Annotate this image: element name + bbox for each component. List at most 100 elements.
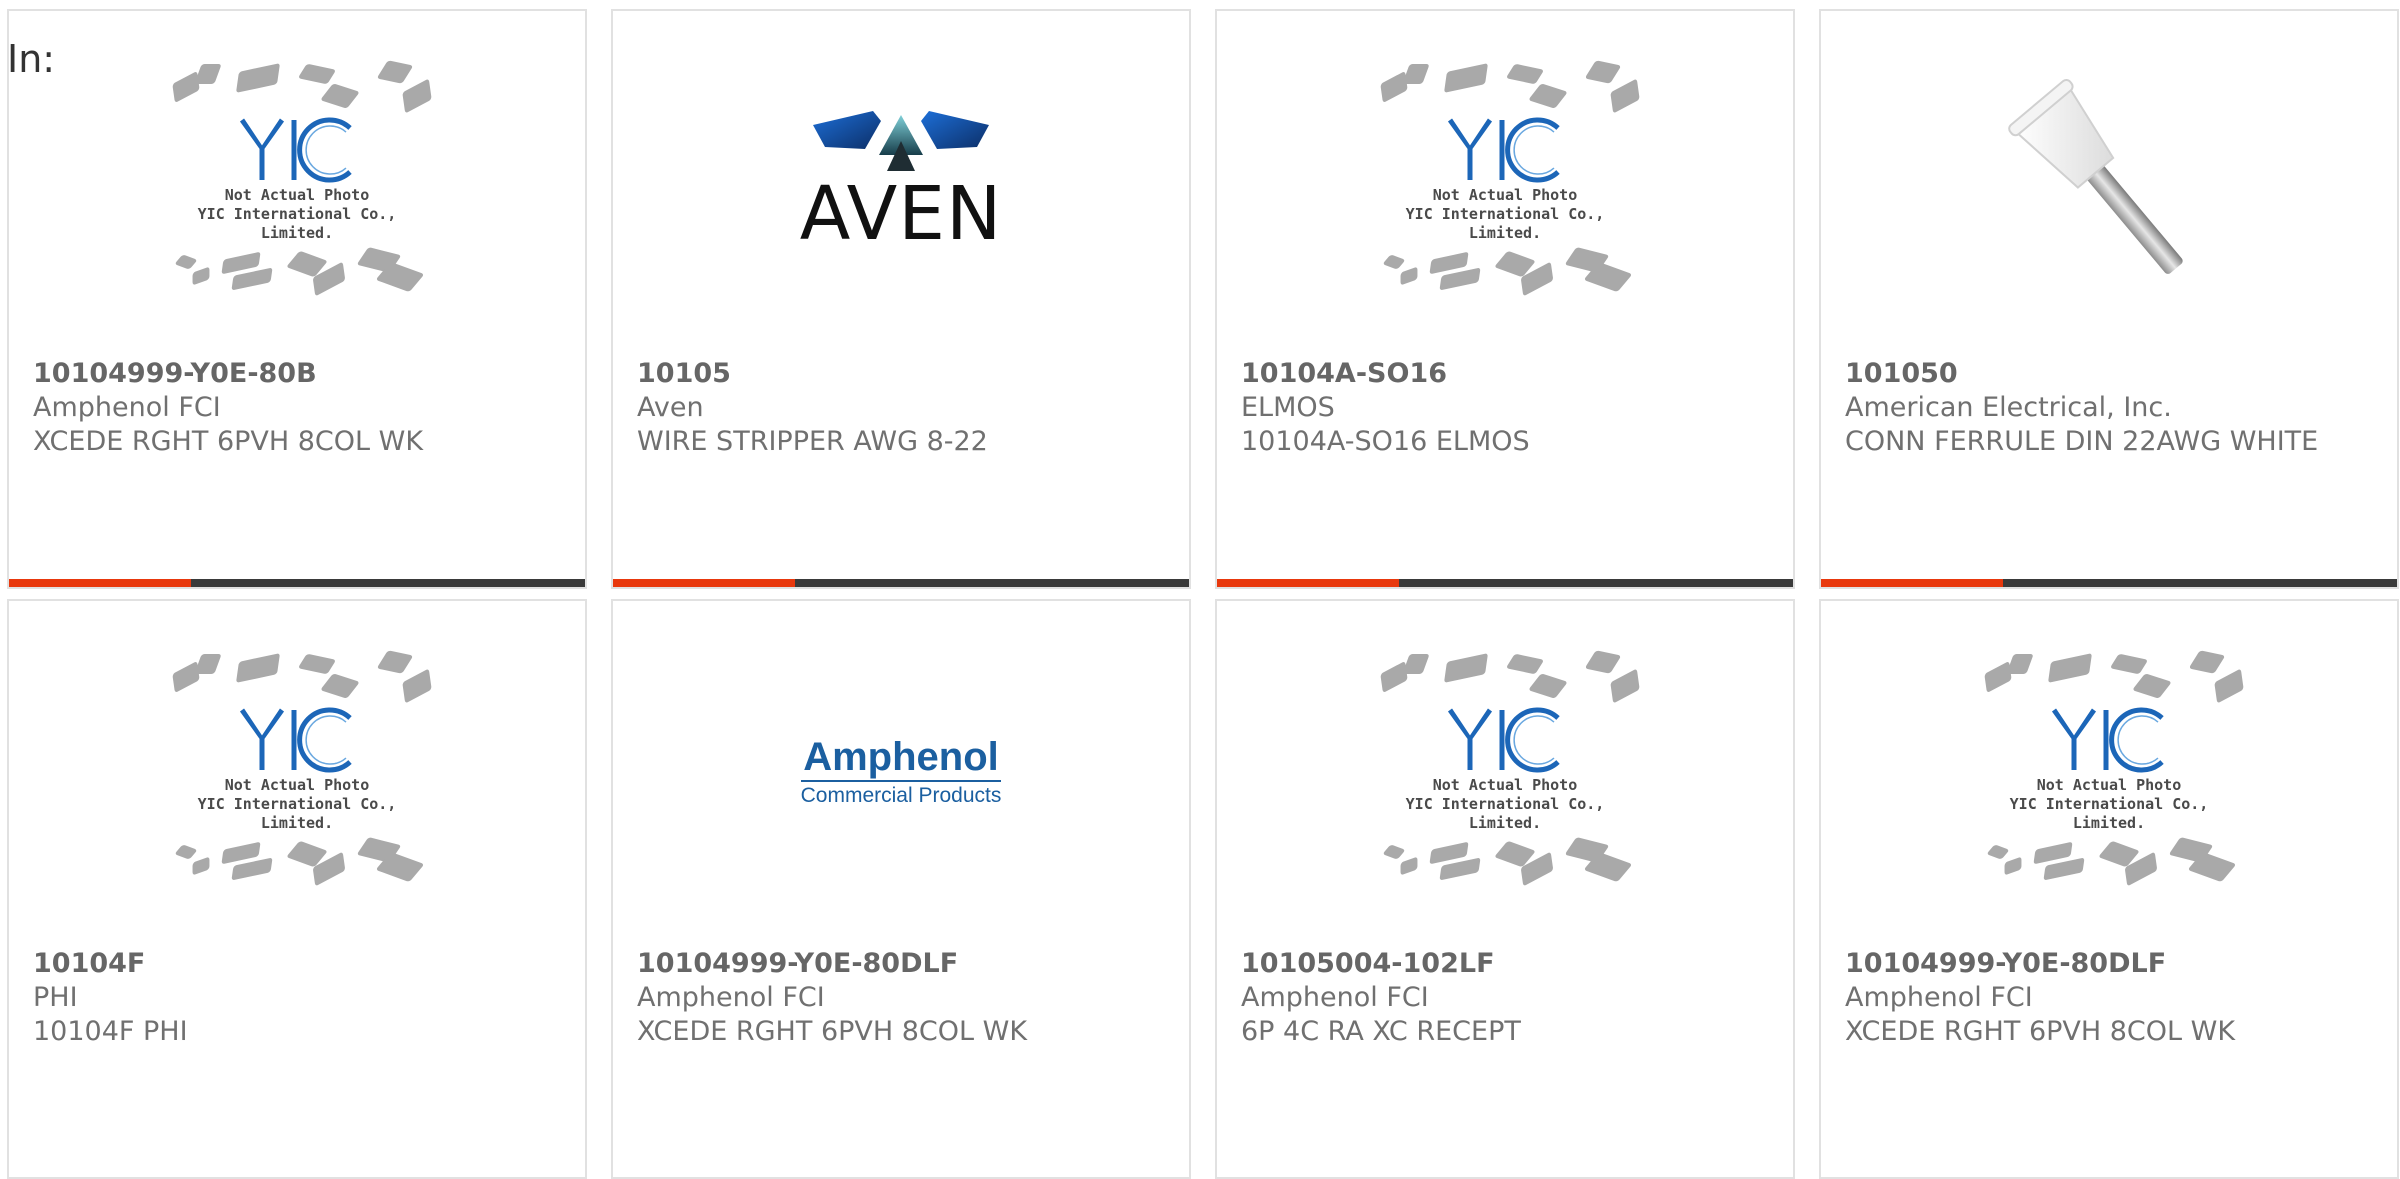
product-card[interactable]: AVEN 10105 Aven WIRE STRIPPER AWG 8-22 <box>611 9 1191 589</box>
chip-graphic <box>174 844 198 860</box>
chip-graphic <box>1528 673 1568 699</box>
product-image[interactable]: Not Actual Photo YIC International Co., L… <box>9 11 585 351</box>
part-number-link[interactable]: 10105 <box>637 357 1169 391</box>
description: 10104F PHI <box>33 1016 188 1047</box>
description: XCEDE RGHT 6PVH 8COL WK <box>1845 1016 2236 1047</box>
chip-graphic <box>231 267 273 291</box>
manufacturer: Amphenol FCI <box>1241 982 1429 1013</box>
placeholder-line1: Not Actual Photo <box>224 186 370 204</box>
placeholder-line2: YIC International Co., Limited. <box>2009 795 2209 832</box>
description: XCEDE RGHT 6PVH 8COL WK <box>33 426 424 457</box>
chip-graphic <box>231 857 273 881</box>
yic-logo-icon <box>2051 707 2164 773</box>
part-number-link[interactable]: 10104F <box>33 947 565 981</box>
yic-logo-icon <box>1447 707 1560 773</box>
product-image[interactable]: AVEN <box>613 11 1189 351</box>
placeholder-line1: Not Actual Photo <box>1432 186 1578 204</box>
product-card[interactable]: Amphenol Commercial Products 10104999-Y0… <box>611 599 1191 1179</box>
chip-graphic <box>192 266 210 286</box>
ferrule-photo-icon <box>2008 78 2183 274</box>
chip-graphic <box>1400 266 1418 286</box>
chip-graphic <box>402 78 432 114</box>
chip-graphic <box>2006 654 2034 674</box>
manufacturer: Amphenol FCI <box>1845 982 2033 1013</box>
yic-placeholder-image: Not Actual Photo YIC International Co., L… <box>1370 56 1640 306</box>
placeholder-caption: Not Actual Photo YIC International Co., L… <box>1370 186 1640 243</box>
yic-logo-icon <box>1447 117 1560 183</box>
chip-graphic <box>194 654 222 674</box>
part-number-link[interactable]: 10104A-SO16 <box>1241 357 1773 391</box>
product-image[interactable] <box>1821 11 2397 351</box>
manufacturer: PHI <box>33 982 78 1013</box>
chip-graphic <box>1443 653 1489 683</box>
product-card[interactable]: 101050 American Electrical, Inc. CONN FE… <box>1819 9 2399 589</box>
placeholder-line1: Not Actual Photo <box>224 776 370 794</box>
chip-graphic <box>2004 856 2022 876</box>
part-number-link[interactable]: 101050 <box>1845 357 2377 391</box>
product-card[interactable]: Not Actual Photo YIC International Co., L… <box>1819 599 2399 1179</box>
chip-graphic <box>1610 78 1640 114</box>
product-image[interactable]: Amphenol Commercial Products <box>613 601 1189 941</box>
chip-graphic <box>2047 653 2093 683</box>
aven-mark-icon <box>813 111 989 171</box>
product-image[interactable]: Not Actual Photo YIC International Co., L… <box>1217 601 1793 941</box>
chip-graphic <box>1505 63 1545 85</box>
product-image[interactable]: Not Actual Photo YIC International Co., L… <box>9 601 585 941</box>
yic-placeholder-image: Not Actual Photo YIC International Co., L… <box>1974 646 2244 896</box>
yic-placeholder-image: Not Actual Photo YIC International Co., L… <box>162 56 432 306</box>
product-grid: Not Actual Photo YIC International Co., L… <box>0 0 2400 1179</box>
product-card[interactable]: Not Actual Photo YIC International Co., L… <box>1215 9 1795 589</box>
chip-graphic <box>2132 673 2172 699</box>
chip-graphic <box>1402 654 1430 674</box>
chip-graphic <box>1380 660 1408 694</box>
placeholder-line2: YIC International Co., Limited. <box>197 795 397 832</box>
yic-logo-icon <box>239 707 352 773</box>
product-image[interactable]: Not Actual Photo YIC International Co., L… <box>1217 11 1793 351</box>
amphenol-logo: Amphenol Commercial Products <box>800 734 1002 807</box>
description: 10104A-SO16 ELMOS <box>1241 426 1530 457</box>
product-image[interactable]: Not Actual Photo YIC International Co., L… <box>1821 601 2397 941</box>
placeholder-caption: Not Actual Photo YIC International Co., L… <box>1974 776 2244 833</box>
chip-graphic <box>2109 653 2149 675</box>
amphenol-logo-subtext: Commercial Products <box>800 783 1002 807</box>
chip-graphic <box>2043 857 2085 881</box>
card-bottom-bar <box>9 579 585 587</box>
part-number-link[interactable]: 10105004-102LF <box>1241 947 1773 981</box>
placeholder-line1: Not Actual Photo <box>2036 776 2182 794</box>
product-card[interactable]: Not Actual Photo YIC International Co., L… <box>7 599 587 1179</box>
amphenol-logo-text: Amphenol <box>803 734 999 779</box>
chip-graphic <box>320 673 360 699</box>
placeholder-line2: YIC International Co., Limited. <box>197 205 397 242</box>
manufacturer: Aven <box>637 392 704 423</box>
chip-graphic <box>1382 844 1406 860</box>
chip-graphic <box>1402 64 1430 84</box>
chip-graphic <box>320 83 360 109</box>
chip-graphic <box>1610 668 1640 704</box>
chip-graphic <box>172 70 200 104</box>
part-number-link[interactable]: 10104999-Y0E-80B <box>33 357 565 391</box>
part-number-link[interactable]: 10104999-Y0E-80DLF <box>1845 947 2377 981</box>
chip-graphic <box>2188 650 2226 674</box>
chip-graphic <box>1986 844 2010 860</box>
in-label: In: <box>7 37 56 81</box>
description: 6P 4C RA XC RECEPT <box>1241 1016 1521 1047</box>
chip-graphic <box>1439 267 1481 291</box>
part-number-link[interactable]: 10104999-Y0E-80DLF <box>637 947 1169 981</box>
chip-graphic <box>1528 83 1568 109</box>
chip-graphic <box>172 660 200 694</box>
chip-graphic <box>1984 660 2012 694</box>
chip-graphic <box>297 653 337 675</box>
chip-graphic <box>1382 254 1406 270</box>
card-bottom-bar <box>613 579 1189 587</box>
chip-graphic <box>2214 668 2244 704</box>
manufacturer: American Electrical, Inc. <box>1845 392 2172 423</box>
chip-graphic <box>1584 60 1622 84</box>
product-card[interactable]: Not Actual Photo YIC International Co., L… <box>1215 599 1795 1179</box>
yic-placeholder-image: Not Actual Photo YIC International Co., L… <box>162 646 432 896</box>
placeholder-line2: YIC International Co., Limited. <box>1405 795 1605 832</box>
aven-logo: AVEN <box>796 111 1006 251</box>
chip-graphic <box>235 63 281 93</box>
yic-logo-icon <box>239 117 352 183</box>
placeholder-line1: Not Actual Photo <box>1432 776 1578 794</box>
product-card[interactable]: Not Actual Photo YIC International Co., L… <box>7 9 587 589</box>
